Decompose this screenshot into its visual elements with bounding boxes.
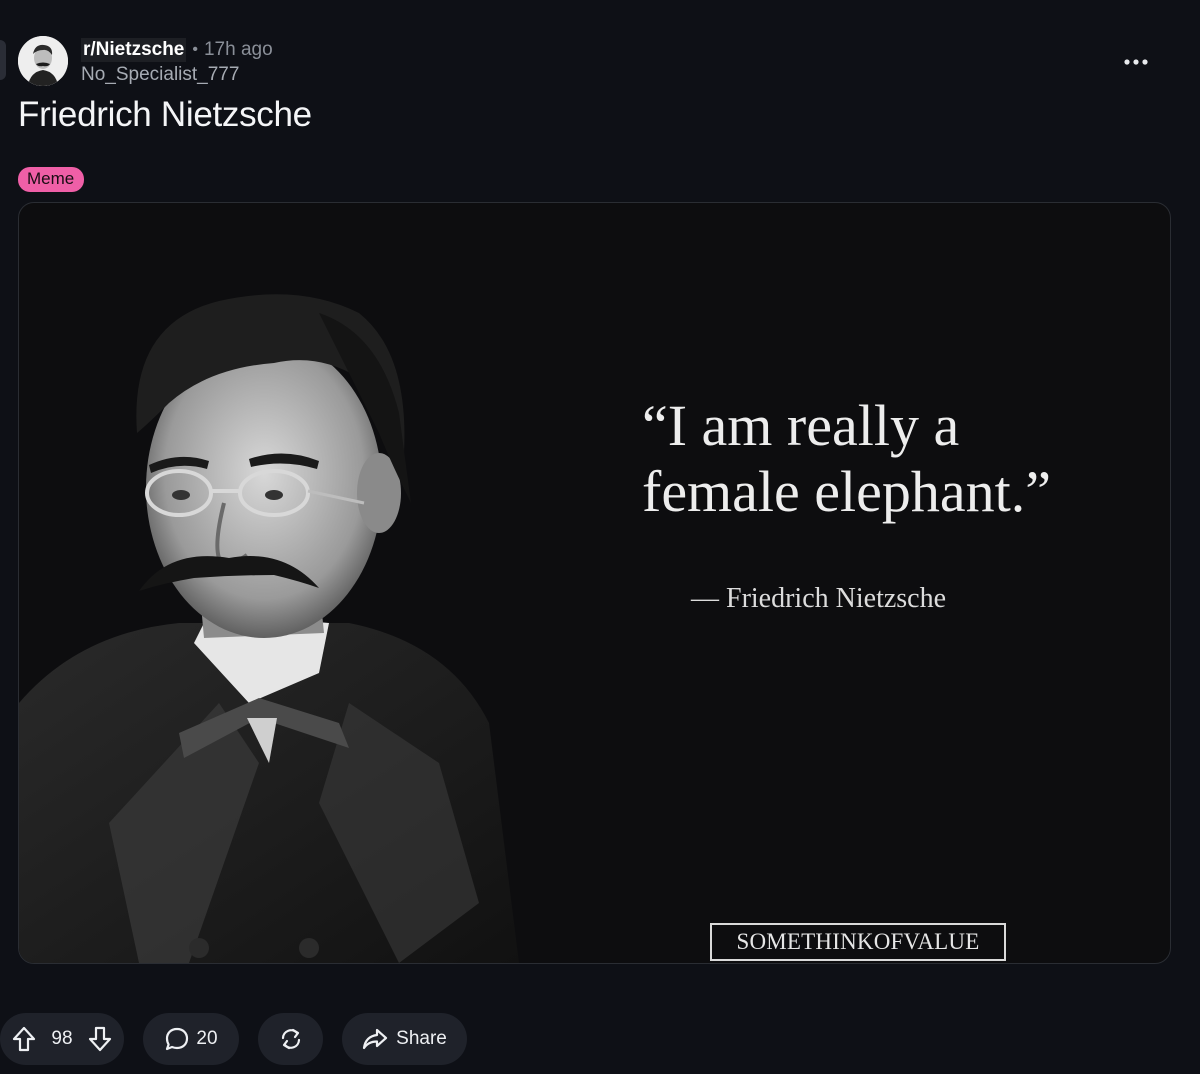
quote-line-1: “I am really a (642, 393, 960, 458)
watermark-label: SOMETHINKOFVALUE (710, 923, 1006, 961)
post-title[interactable]: Friedrich Nietzsche (18, 92, 312, 138)
post-meta: r/Nietzsche • 17h ago No_Specialist_777 (81, 38, 273, 88)
meta-separator: • (192, 41, 198, 58)
crosspost-icon (278, 1026, 304, 1052)
post-image[interactable]: “I am really a female elephant.” — Fried… (18, 202, 1171, 964)
share-label: Share (396, 1028, 447, 1049)
arrow-up-icon (12, 1026, 36, 1052)
post-meta-line: r/Nietzsche • 17h ago (81, 38, 273, 62)
quote-line-2: female elephant.” (642, 459, 1051, 524)
portrait-avatar-image (18, 36, 68, 86)
comment-count: 20 (196, 1028, 218, 1049)
post-flair[interactable]: Meme (18, 167, 85, 192)
share-arrow-icon (362, 1027, 388, 1051)
vote-count: 98 (51, 1028, 73, 1049)
more-options-button[interactable] (1116, 44, 1156, 80)
subreddit-link[interactable]: r/Nietzsche (81, 38, 187, 62)
quote-text: “I am really a female elephant.” (642, 393, 1142, 525)
arrow-down-icon (88, 1026, 112, 1052)
downvote-button[interactable] (88, 1026, 112, 1052)
share-button[interactable]: Share (342, 1013, 467, 1065)
vote-group: 98 (0, 1013, 124, 1065)
post-age: 17h ago (203, 39, 273, 60)
subreddit-avatar[interactable] (18, 36, 68, 86)
upvote-button[interactable] (12, 1026, 36, 1052)
sidebar-edge (0, 40, 6, 80)
comments-button[interactable]: 20 (143, 1013, 239, 1065)
crosspost-button[interactable] (258, 1013, 323, 1065)
ellipsis-icon (1124, 59, 1148, 65)
nietzsche-portrait-image (19, 294, 519, 963)
author-link[interactable]: No_Specialist_777 (81, 62, 273, 88)
post-view: r/Nietzsche • 17h ago No_Specialist_777 … (0, 0, 1200, 1074)
quote-attribution: — Friedrich Nietzsche (691, 583, 947, 614)
speech-bubble-icon (164, 1026, 190, 1052)
